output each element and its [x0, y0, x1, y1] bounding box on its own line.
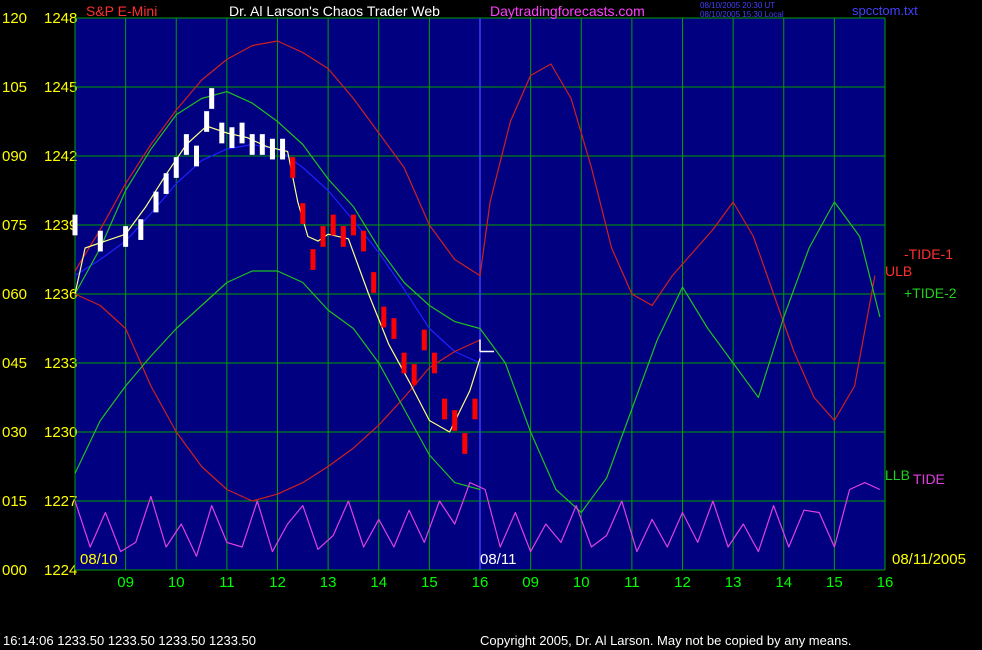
price-bar: [310, 249, 316, 270]
price-bar: [431, 352, 437, 374]
y-tick-label-left: 045: [2, 355, 27, 372]
price-bar: [259, 134, 265, 155]
last-quote: 16:14:06 1233.50 1233.50 1233.50 1233.50: [3, 633, 257, 648]
y-tick-label-left: 060: [2, 286, 27, 303]
x-tick-label: 13: [725, 574, 742, 591]
price-bar: [371, 272, 377, 293]
x-tick-label: 12: [674, 574, 691, 591]
x-tick-label: 11: [624, 574, 640, 591]
copyright: Copyright 2005, Dr. Al Larson. May not b…: [480, 633, 852, 648]
price-bar: [401, 352, 407, 374]
time-ut: 08/10/2005 20:30 UT: [700, 1, 776, 10]
price-bar: [194, 145, 199, 167]
price-bar: [153, 191, 159, 213]
price-bar: [219, 122, 225, 144]
y-tick-label-left: 030: [2, 424, 27, 441]
x-tick-label: 10: [573, 574, 590, 591]
y-tick-label-price: 1239: [44, 217, 77, 234]
price-bar: [452, 410, 458, 431]
y-tick-label-price: 1242: [44, 148, 77, 165]
price-bar: [290, 157, 296, 178]
y-tick-label-price: 1224: [44, 562, 77, 579]
price-bar: [300, 203, 306, 224]
y-tick-label-left: 090: [2, 148, 27, 165]
price-bar: [138, 219, 144, 240]
price-bar: [381, 306, 387, 328]
x-tick-label: 13: [320, 574, 337, 591]
annotation-tide: TIDE: [913, 471, 945, 487]
price-bar: [209, 88, 215, 109]
price-bar: [340, 226, 346, 247]
x-tick-label: 14: [370, 574, 387, 591]
time-local: 08/10/2005 15:30 Local: [700, 10, 784, 19]
y-tick-label-left: 105: [2, 79, 27, 96]
price-bar: [350, 214, 356, 236]
y-tick-label-price: 1230: [44, 424, 77, 441]
date-label-mid: 08/11: [480, 551, 517, 568]
price-bar: [183, 134, 189, 155]
price-bar: [97, 230, 103, 252]
x-tick-label: 15: [421, 574, 438, 591]
y-tick-label-price: 1236: [44, 286, 77, 303]
price-bar: [280, 138, 286, 160]
price-bar: [330, 214, 336, 236]
series-tide_oscillator: [74, 482, 881, 557]
x-tick-label: 15: [826, 574, 843, 591]
annotation-llb: LLB: [885, 467, 910, 483]
price-bar: [411, 364, 417, 385]
file-name: spcctom.txt: [852, 3, 918, 18]
annotation-tide1: -TIDE-1: [904, 246, 953, 262]
instrument-label: S&P E-Mini: [86, 3, 158, 19]
price-bar: [462, 433, 468, 454]
x-tick-label: 09: [117, 574, 134, 591]
price-bar: [442, 398, 448, 420]
x-tick-label: 16: [877, 574, 894, 591]
y-tick-label-price: 1245: [44, 79, 77, 96]
price-bar: [239, 122, 245, 144]
price-bar: [229, 127, 235, 148]
y-tick-label-price: 1233: [44, 355, 77, 372]
price-bar: [72, 214, 78, 236]
annotation-tide2: +TIDE-2: [904, 285, 957, 301]
y-tick-label-price: 1227: [44, 493, 77, 510]
y-tick-label-left: 000: [2, 562, 27, 579]
annotation-ulb: ULB: [885, 263, 913, 279]
price-bar: [320, 226, 326, 247]
price-bar: [269, 138, 275, 160]
x-tick-label: 09: [522, 574, 539, 591]
y-tick-label-left: 075: [2, 217, 27, 234]
date-label-end: 08/11/2005: [892, 551, 966, 568]
price-bar: [163, 173, 169, 194]
price-bar: [123, 226, 129, 247]
price-bar: [472, 398, 478, 420]
x-tick-label: 14: [775, 574, 792, 591]
date-label-start: 08/10: [80, 551, 118, 568]
y-tick-label-left: 120: [2, 10, 27, 27]
price-bar: [361, 230, 367, 252]
chart-stage: 000 1224 015 1227 030 1230 045 1233 060 1236 075 12…: [0, 0, 982, 650]
price-bar: [204, 111, 210, 132]
x-tick-label: 12: [269, 574, 286, 591]
x-tick-label: 16: [472, 574, 489, 591]
site-url[interactable]: Daytradingforecasts.com: [490, 3, 645, 19]
y-tick-label-left: 015: [2, 493, 27, 510]
site-title: Dr. Al Larson's Chaos Trader Web: [229, 3, 440, 19]
x-tick-label: 10: [168, 574, 185, 591]
price-bar: [249, 134, 255, 155]
price-bar: [173, 157, 179, 178]
series-upper_envelope: [74, 40, 876, 422]
y-tick-label-price: 1248: [44, 10, 77, 27]
price-bar: [391, 318, 397, 339]
x-tick-label: 11: [219, 574, 235, 591]
price-bar: [421, 329, 427, 351]
